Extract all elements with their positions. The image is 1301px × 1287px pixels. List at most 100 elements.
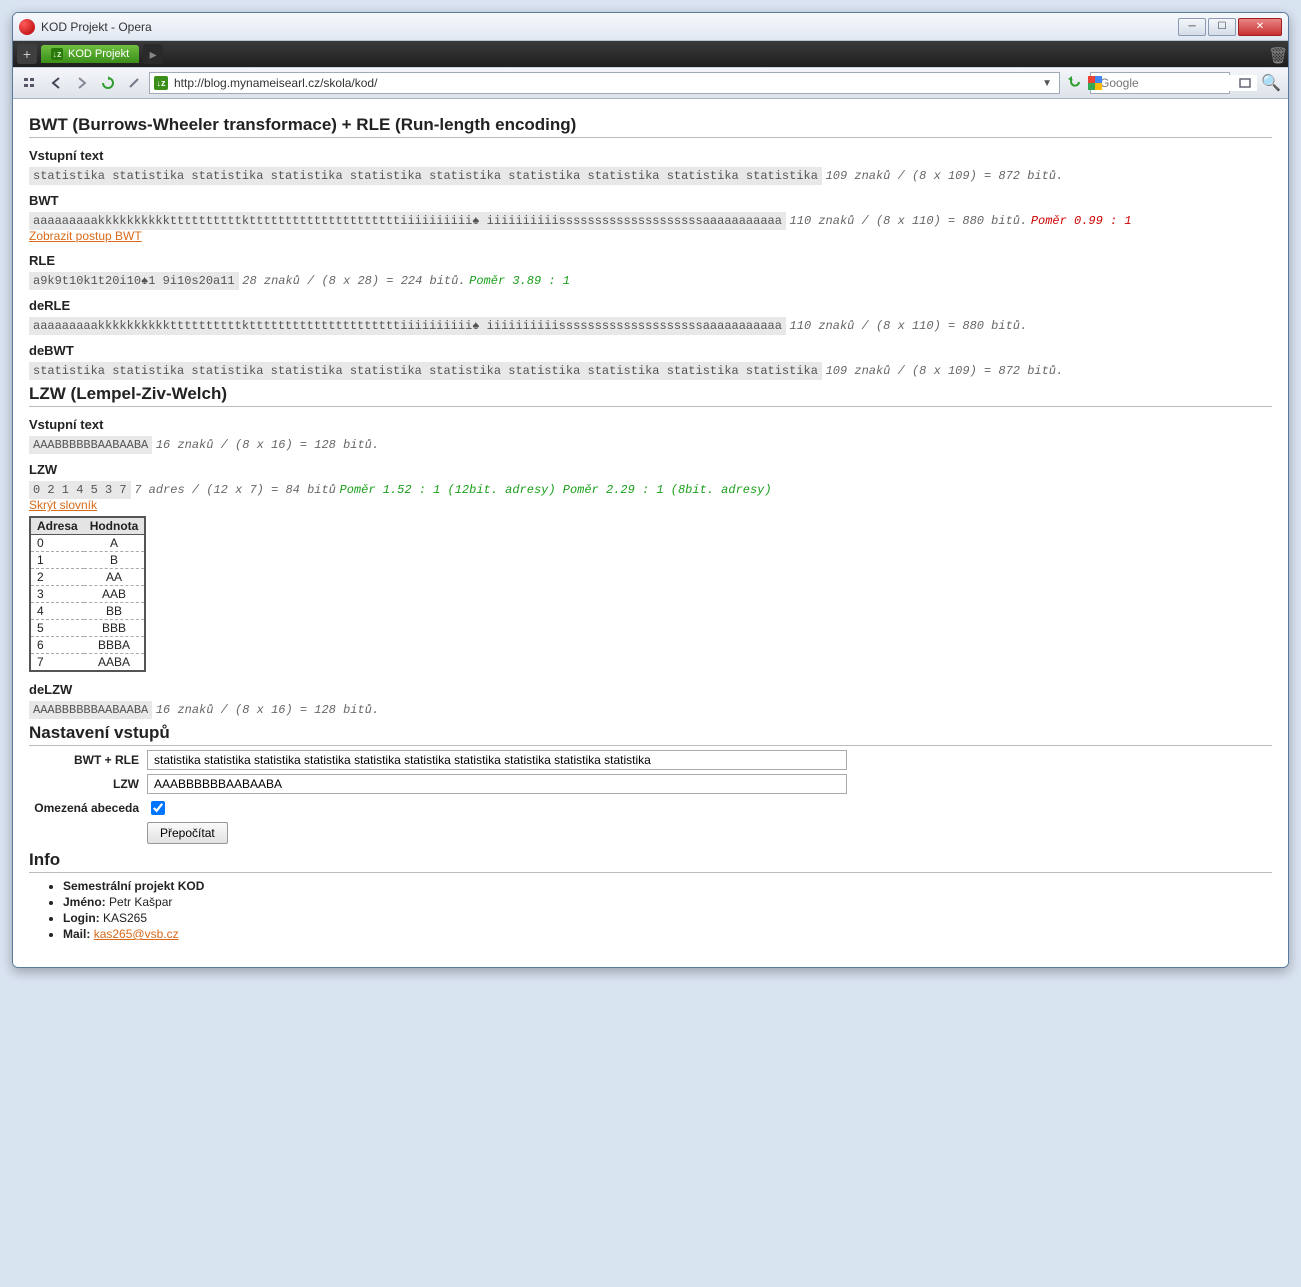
- dict-cell-value: AA: [84, 569, 146, 586]
- address-favicon: ↓z: [154, 76, 168, 90]
- dict-cell-address: 0: [30, 535, 84, 552]
- bwt-out-ratio: Poměr 0.99 : 1: [1031, 214, 1132, 228]
- settings-alphabet-label: Omezená abeceda: [29, 801, 139, 815]
- url-input[interactable]: [172, 75, 1035, 91]
- wand-icon[interactable]: [123, 72, 145, 94]
- dict-cell-value: BB: [84, 603, 146, 620]
- tab-active[interactable]: ↓z KOD Projekt: [41, 45, 139, 63]
- table-row: 0A: [30, 535, 145, 552]
- lzw-out-label: LZW: [29, 462, 1272, 477]
- bwt-show-steps-link[interactable]: Zobrazit postup BWT: [29, 229, 142, 243]
- bwt-heading: BWT (Burrows-Wheeler transformace) + RLE…: [29, 115, 1272, 138]
- lzw-out-ratio: Poměr 1.52 : 1 (12bit. adresy) Poměr 2.2…: [340, 483, 772, 497]
- trash-icon[interactable]: 🗑: [1268, 46, 1284, 62]
- rle-data: a9k9t10k1t20i10♠1 9i10s20a11: [29, 272, 239, 290]
- tab-next-button[interactable]: ▸: [143, 44, 163, 64]
- recalculate-button[interactable]: Přepočítat: [147, 822, 228, 844]
- info-list: Semestrální projekt KOD Jméno: Petr Kašp…: [29, 879, 1272, 941]
- window-title: KOD Projekt - Opera: [41, 20, 1178, 34]
- bwt-input-label: Vstupní text: [29, 148, 1272, 163]
- dict-cell-address: 3: [30, 586, 84, 603]
- settings-alphabet-checkbox[interactable]: [151, 801, 165, 815]
- table-row: 3AAB: [30, 586, 145, 603]
- delzw-stats: 16 znaků / (8 x 16) = 128 bitů.: [156, 703, 379, 717]
- reload-button[interactable]: [97, 72, 119, 94]
- info-heading: Info: [29, 850, 1272, 873]
- dict-cell-value: AABA: [84, 654, 146, 672]
- minimize-button[interactable]: ─: [1178, 18, 1206, 36]
- derle-label: deRLE: [29, 298, 1272, 313]
- dict-cell-address: 2: [30, 569, 84, 586]
- sync-icon[interactable]: [1064, 72, 1086, 94]
- table-row: 6BBBA: [30, 637, 145, 654]
- back-button[interactable]: [45, 72, 67, 94]
- lzw-heading: LZW (Lempel-Ziv-Welch): [29, 384, 1272, 407]
- dict-cell-value: B: [84, 552, 146, 569]
- lzw-hide-dict-link[interactable]: Skrýt slovník: [29, 498, 97, 512]
- address-bar[interactable]: ↓z ▼: [149, 72, 1060, 94]
- debwt-stats: 109 znaků / (8 x 109) = 872 bitů.: [826, 364, 1064, 378]
- dict-header-address: Adresa: [30, 517, 84, 535]
- lzw-dict-table: Adresa Hodnota 0A1B2AA3AAB4BB5BBB6BBBA7A…: [29, 516, 146, 672]
- dict-cell-value: AAB: [84, 586, 146, 603]
- dict-cell-address: 6: [30, 637, 84, 654]
- tab-bar: + ↓z KOD Projekt ▸ 🗑: [13, 41, 1288, 67]
- opera-icon: [19, 19, 35, 35]
- zoom-icon[interactable]: 🔍: [1260, 72, 1282, 94]
- bwt-input-data: statistika statistika statistika statist…: [29, 167, 822, 185]
- settings-lzw-input[interactable]: [147, 774, 847, 794]
- bwt-input-stats: 109 znaků / (8 x 109) = 872 bitů.: [826, 169, 1064, 183]
- table-row: 5BBB: [30, 620, 145, 637]
- lzw-input-label: Vstupní text: [29, 417, 1272, 432]
- address-dropdown-icon[interactable]: ▼: [1039, 78, 1055, 89]
- panel-icon[interactable]: [19, 72, 41, 94]
- search-box[interactable]: [1090, 72, 1230, 94]
- info-mail-label: Mail:: [63, 927, 90, 941]
- forward-button[interactable]: [71, 72, 93, 94]
- info-login-label: Login:: [63, 911, 100, 925]
- bwt-out-label: BWT: [29, 193, 1272, 208]
- derle-stats: 110 znaků / (8 x 110) = 880 bitů.: [790, 319, 1028, 333]
- dict-cell-address: 7: [30, 654, 84, 672]
- dict-cell-address: 1: [30, 552, 84, 569]
- lzw-out-stats: 7 adres / (12 x 7) = 84 bitů: [134, 483, 336, 497]
- titlebar: KOD Projekt - Opera ─ ☐ ✕: [13, 13, 1288, 41]
- info-name-label: Jméno:: [63, 895, 106, 909]
- tab-favicon: ↓z: [51, 48, 63, 60]
- close-button[interactable]: ✕: [1238, 18, 1282, 36]
- settings-lzw-label: LZW: [29, 777, 139, 791]
- info-name-value: Petr Kašpar: [109, 895, 172, 909]
- info-project: Semestrální projekt KOD: [63, 879, 204, 893]
- maximize-button[interactable]: ☐: [1208, 18, 1236, 36]
- debwt-data: statistika statistika statistika statist…: [29, 362, 822, 380]
- view-icon[interactable]: [1234, 72, 1256, 94]
- delzw-data: AAABBBBBBAABAABA: [29, 701, 152, 719]
- rle-stats: 28 znaků / (8 x 28) = 224 bitů.: [242, 274, 465, 288]
- table-row: 4BB: [30, 603, 145, 620]
- table-row: 7AABA: [30, 654, 145, 672]
- rle-ratio: Poměr 3.89 : 1: [469, 274, 570, 288]
- info-login-value: KAS265: [103, 911, 147, 925]
- settings-heading: Nastavení vstupů: [29, 723, 1272, 746]
- debwt-label: deBWT: [29, 343, 1272, 358]
- dict-cell-value: BBBA: [84, 637, 146, 654]
- browser-window: KOD Projekt - Opera ─ ☐ ✕ + ↓z KOD Proje…: [12, 12, 1289, 968]
- info-mail-link[interactable]: kas265@vsb.cz: [94, 927, 179, 941]
- tab-label: KOD Projekt: [68, 48, 129, 60]
- new-tab-button[interactable]: +: [17, 44, 37, 64]
- dict-cell-address: 5: [30, 620, 84, 637]
- settings-bwt-input[interactable]: [147, 750, 847, 770]
- page-content: BWT (Burrows-Wheeler transformace) + RLE…: [13, 99, 1288, 967]
- toolbar: ↓z ▼ 🔍: [13, 67, 1288, 99]
- lzw-input-stats: 16 znaků / (8 x 16) = 128 bitů.: [156, 438, 379, 452]
- derle-data: aaaaaaaaakkkkkkkkkkttttttttttktttttttttt…: [29, 317, 786, 335]
- bwt-out-data: aaaaaaaaakkkkkkkkkkttttttttttktttttttttt…: [29, 212, 786, 230]
- rle-label: RLE: [29, 253, 1272, 268]
- dict-header-value: Hodnota: [84, 517, 146, 535]
- delzw-label: deLZW: [29, 682, 1272, 697]
- dict-cell-value: BBB: [84, 620, 146, 637]
- dict-cell-value: A: [84, 535, 146, 552]
- table-row: 2AA: [30, 569, 145, 586]
- bwt-out-stats: 110 znaků / (8 x 110) = 880 bitů.: [790, 214, 1028, 228]
- table-row: 1B: [30, 552, 145, 569]
